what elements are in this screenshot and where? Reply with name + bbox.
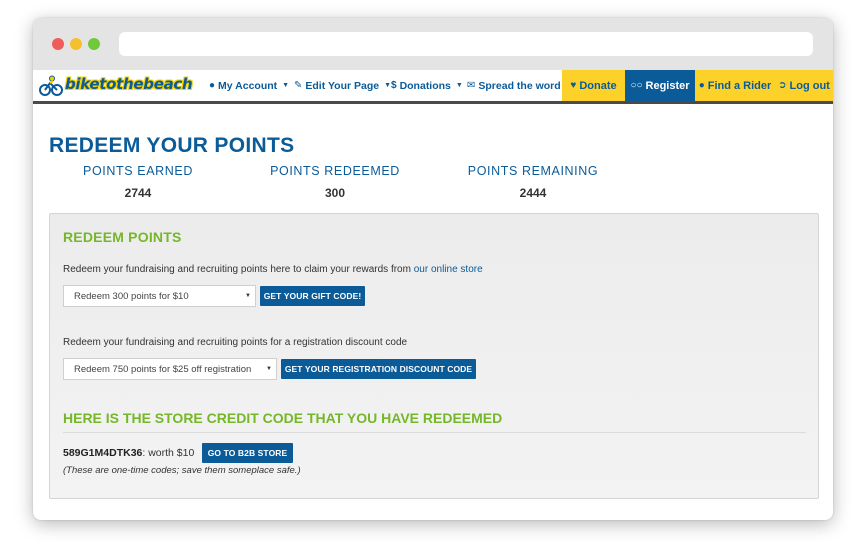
nav-spread-word[interactable]: ✉ Spread the word ▼ — [467, 70, 570, 101]
nav-donations[interactable]: $ Donations ▼ — [391, 70, 463, 101]
nav-register[interactable]: ○○ Register — [625, 70, 695, 101]
stat-label: POINTS REMAINING — [467, 164, 599, 178]
user-icon: ● — [209, 80, 216, 91]
logo-text: biketothebeach — [65, 75, 193, 93]
store-credit-heading: HERE IS THE STORE CREDIT CODE THAT YOU H… — [63, 410, 503, 426]
nav-donate-label: Donate — [579, 79, 617, 92]
close-window-button[interactable] — [52, 38, 64, 50]
stat-label: POINTS EARNED — [83, 164, 193, 178]
caret-down-icon: ▼ — [282, 82, 290, 89]
browser-window: biketothebeach ● My Account ▼ ✎ Edit You… — [33, 18, 833, 520]
store-credit-line: 589G1M4DTK36: worth $10 — [63, 447, 194, 459]
dollar-icon: $ — [391, 80, 397, 91]
divider — [63, 432, 806, 433]
nav-donate[interactable]: ♥ Donate — [562, 70, 625, 101]
store-credit-code: 589G1M4DTK36 — [63, 447, 143, 459]
nav-my-account-label: My Account — [218, 79, 278, 92]
get-gift-code-button[interactable]: GET YOUR GIFT CODE! — [260, 286, 365, 306]
nav-edit-page-label: Edit Your Page — [305, 79, 380, 92]
nav-logout-label: Log out — [789, 79, 830, 92]
stat-points-remaining: POINTS REMAINING 2444 — [463, 164, 603, 200]
nav-register-label: Register — [645, 79, 690, 92]
user-icon: ● — [698, 80, 705, 91]
redeem-panel: REDEEM POINTS Redeem your fundraising an… — [49, 213, 819, 499]
site-navbar: biketothebeach ● My Account ▼ ✎ Edit You… — [33, 70, 833, 104]
stat-points-earned: POINTS EARNED 2744 — [68, 164, 208, 200]
nav-my-account[interactable]: ● My Account ▼ — [209, 70, 289, 101]
site-logo[interactable]: biketothebeach — [37, 73, 193, 99]
address-bar[interactable] — [119, 32, 813, 56]
caret-down-icon: ▼ — [455, 82, 463, 89]
registration-discount-select-value: Redeem 750 points for $25 off registrati… — [74, 363, 252, 375]
online-store-link[interactable]: our online store — [414, 264, 483, 275]
nav-find-rider-label: Find a Rider — [707, 79, 772, 92]
heart-icon: ♥ — [570, 80, 577, 91]
edit-icon: ✎ — [294, 80, 303, 91]
nav-spread-word-label: Spread the word — [478, 79, 561, 92]
maximize-window-button[interactable] — [88, 38, 100, 50]
redeem-points-heading: REDEEM POINTS — [63, 229, 182, 245]
select-arrow-icon: ▼ — [245, 293, 251, 299]
registration-description: Redeem your fundraising and recruiting p… — [63, 337, 408, 348]
stat-points-redeemed: POINTS REDEEMED 300 — [265, 164, 405, 200]
nav-logout[interactable]: ➲ Log out — [775, 70, 833, 101]
nav-find-rider[interactable]: ● Find a Rider — [695, 70, 775, 101]
store-description: Redeem your fundraising and recruiting p… — [63, 264, 483, 275]
get-registration-code-button[interactable]: GET YOUR REGISTRATION DISCOUNT CODE — [281, 359, 476, 379]
one-time-code-note: (These are one-time codes; save them som… — [63, 465, 301, 476]
page-title: REDEEM YOUR POINTS — [49, 134, 295, 157]
stat-label: POINTS REDEEMED — [270, 164, 400, 178]
cyclist-logo-icon — [39, 75, 63, 96]
store-credit-worth: : worth $10 — [142, 447, 195, 459]
select-arrow-icon: ▼ — [266, 366, 272, 372]
go-to-b2b-store-button[interactable]: GO TO B2B STORE — [202, 443, 293, 463]
gift-code-select[interactable]: Redeem 300 points for $10 ▼ — [63, 285, 256, 307]
stat-value: 2444 — [519, 186, 547, 200]
stat-value: 300 — [324, 186, 346, 200]
registration-discount-select[interactable]: Redeem 750 points for $25 off registrati… — [63, 358, 277, 380]
sign-out-icon: ➲ — [778, 80, 787, 91]
browser-chrome — [33, 18, 833, 70]
gift-code-select-value: Redeem 300 points for $10 — [74, 290, 189, 302]
nav-donations-label: Donations — [399, 79, 451, 92]
stat-value: 2744 — [124, 186, 152, 200]
minimize-window-button[interactable] — [70, 38, 82, 50]
envelope-icon: ✉ — [467, 80, 476, 91]
bicycle-icon: ○○ — [630, 80, 643, 91]
nav-edit-page[interactable]: ✎ Edit Your Page ▼ — [294, 70, 391, 101]
store-description-text: Redeem your fundraising and recruiting p… — [63, 264, 414, 275]
caret-down-icon: ▼ — [384, 82, 392, 89]
